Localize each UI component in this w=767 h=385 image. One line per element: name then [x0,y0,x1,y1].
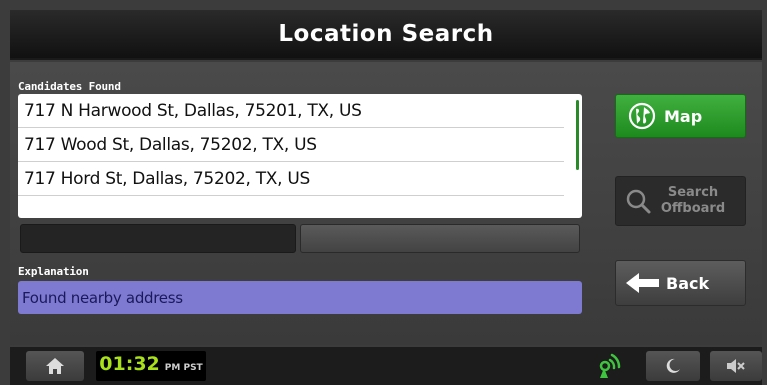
clock-time: 01:32 [99,353,160,375]
location-search-screen: Location Search Candidates Found 717 N H… [0,0,767,385]
search-offboard-line2: Offboard [660,201,726,216]
search-offboard-line1: Search [667,185,719,200]
status-bar: 01:32 PM PST [10,347,762,385]
explanation-text: Found nearby address [18,281,582,314]
globe-icon [628,102,656,130]
list-scrollbar[interactable] [576,100,579,170]
title-bar: Location Search [10,10,762,60]
explanation-label: Explanation [18,265,89,278]
clock: 01:32 PM PST [96,351,206,381]
candidates-label: Candidates Found [18,80,121,93]
clock-ampm-zone: PM PST [164,363,203,373]
list-item[interactable]: 717 Hord St, Dallas, 75202, TX, US [18,162,564,196]
main-panel: Candidates Found 717 N Harwood St, Dalla… [10,62,762,345]
list-pager-right[interactable] [300,224,580,253]
map-button-label: Map [664,106,703,126]
magnifier-icon [626,189,651,214]
map-button[interactable]: Map [615,94,746,138]
night-mode-button[interactable] [646,351,700,381]
back-button[interactable]: Back [615,260,746,306]
mute-icon [727,359,745,373]
list-pager-left[interactable] [20,224,296,253]
search-offboard-button[interactable]: Search Offboard [615,176,746,226]
list-item[interactable]: 717 N Harwood St, Dallas, 75201, TX, US [18,94,564,128]
list-item[interactable]: 717 Wood St, Dallas, 75202, TX, US [18,128,564,162]
search-offboard-label: Search Offboard [658,185,728,217]
back-button-label: Back [666,273,710,293]
home-icon [46,358,64,374]
page-title: Location Search [278,21,494,47]
signal-icon [599,353,621,378]
home-button[interactable] [26,351,84,381]
left-arrow-icon [626,273,659,293]
candidates-list: 717 N Harwood St, Dallas, 75201, TX, US … [18,94,582,218]
mute-button[interactable] [710,351,762,381]
night-mode-icon [666,358,680,373]
